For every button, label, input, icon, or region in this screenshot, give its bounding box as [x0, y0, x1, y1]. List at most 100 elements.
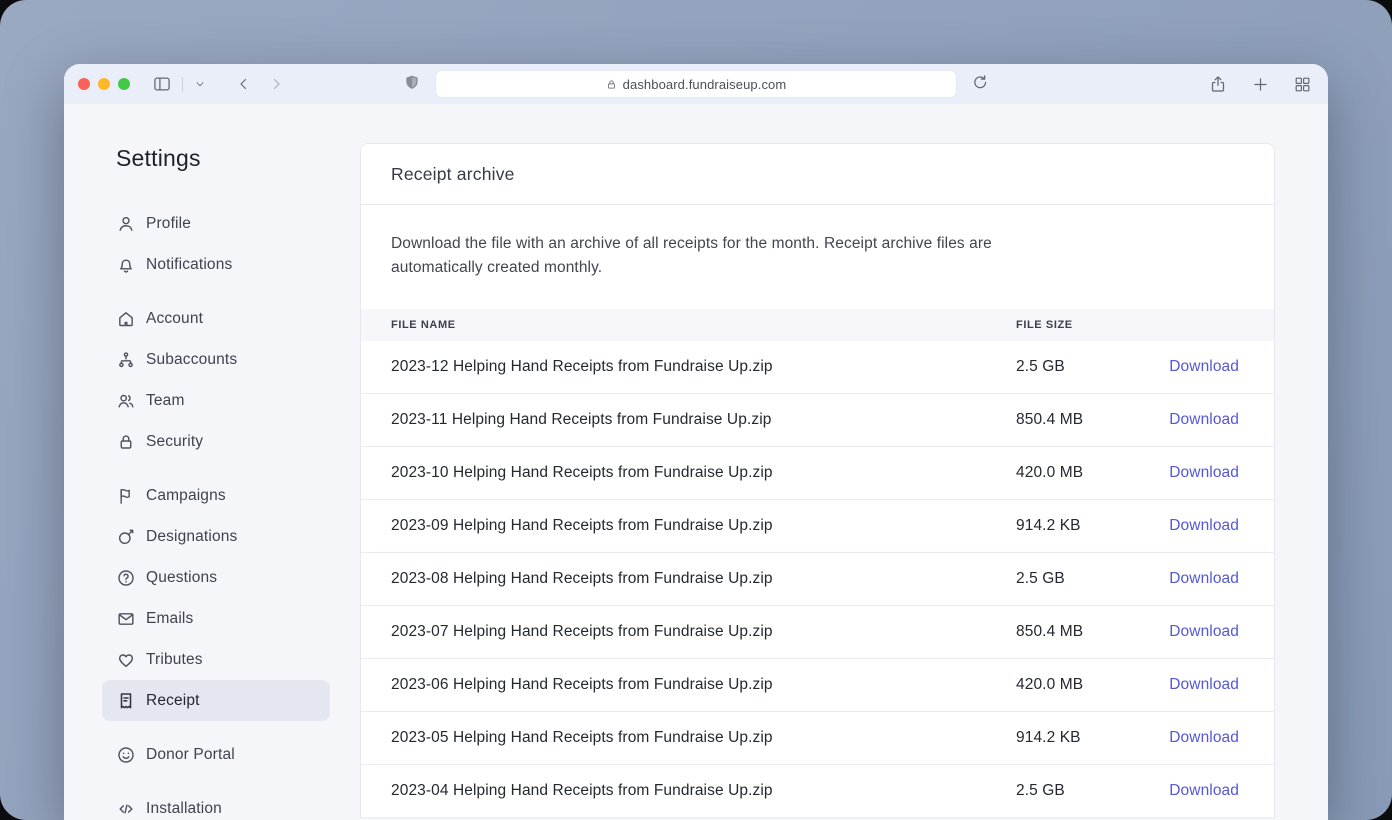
- table-body: 2023-12 Helping Hand Receipts from Fundr…: [361, 341, 1274, 818]
- receipt-archive-card: Receipt archive Download the file with a…: [360, 143, 1275, 818]
- table-row: 2023-07 Helping Hand Receipts from Fundr…: [361, 606, 1274, 659]
- receipt-icon: [116, 691, 136, 711]
- sidebar-item-donor-portal[interactable]: Donor Portal: [102, 734, 330, 775]
- sidebar-item-security[interactable]: Security: [102, 421, 330, 462]
- action-cell: Download: [1169, 358, 1239, 376]
- sidebar-item-team[interactable]: Team: [102, 380, 330, 421]
- sidebar-group: Installation: [116, 788, 360, 820]
- new-tab-icon[interactable]: [1251, 75, 1270, 94]
- close-window-button[interactable]: [78, 78, 90, 90]
- card-description: Download the file with an archive of all…: [391, 235, 992, 276]
- browser-toolbar: dashboard.fundraiseup.com: [64, 64, 1328, 104]
- zoom-window-button[interactable]: [118, 78, 130, 90]
- action-cell: Download: [1169, 411, 1239, 429]
- toolbar-divider: [182, 76, 183, 92]
- sidebar-item-designations[interactable]: Designations: [102, 516, 330, 557]
- lock-icon: [606, 79, 617, 90]
- campaigns-icon: [116, 486, 136, 506]
- sidebar-item-label: Profile: [146, 214, 191, 232]
- table-row: 2023-06 Helping Hand Receipts from Fundr…: [361, 659, 1274, 712]
- file-size-cell: 850.4 MB: [1016, 411, 1084, 428]
- installation-icon: [116, 799, 136, 819]
- notifications-icon: [116, 255, 136, 275]
- file-size-cell: 914.2 KB: [1016, 729, 1081, 746]
- action-cell: Download: [1169, 676, 1239, 694]
- url-text: dashboard.fundraiseup.com: [622, 76, 787, 92]
- chevron-down-icon[interactable]: [193, 77, 207, 91]
- table-row: 2023-12 Helping Hand Receipts from Fundr…: [361, 341, 1274, 394]
- table-row: 2023-11 Helping Hand Receipts from Fundr…: [361, 394, 1274, 447]
- sidebar-nav: Profile Notifications Account Subaccounts Te…: [102, 203, 360, 820]
- file-size-cell: 914.2 KB: [1016, 517, 1081, 534]
- column-header-file-name: FILE NAME: [391, 319, 456, 331]
- sidebar-item-emails[interactable]: Emails: [102, 598, 330, 639]
- security-icon: [116, 432, 136, 452]
- minimize-window-button[interactable]: [98, 78, 110, 90]
- sidebar-item-subaccounts[interactable]: Subaccounts: [102, 339, 330, 380]
- file-size-cell: 2.5 GB: [1016, 358, 1065, 375]
- back-button-icon[interactable]: [235, 75, 253, 93]
- settings-sidebar: Settings Profile Notifications Account Suba…: [64, 104, 360, 820]
- download-link[interactable]: Download: [1169, 411, 1239, 428]
- questions-icon: [116, 568, 136, 588]
- sidebar-item-label: Notifications: [146, 255, 233, 273]
- download-link[interactable]: Download: [1169, 676, 1239, 693]
- sidebar-item-tributes[interactable]: Tributes: [102, 639, 330, 680]
- profile-icon: [116, 214, 136, 234]
- download-link[interactable]: Download: [1169, 358, 1239, 375]
- sidebar-item-label: Installation: [146, 799, 222, 817]
- sidebar-item-label: Designations: [146, 527, 238, 545]
- download-link[interactable]: Download: [1169, 782, 1239, 799]
- window-controls: [78, 78, 130, 90]
- table-row: 2023-08 Helping Hand Receipts from Fundr…: [361, 553, 1274, 606]
- file-size-cell: 2.5 GB: [1016, 782, 1065, 799]
- sidebar-item-account[interactable]: Account: [102, 298, 330, 339]
- action-cell: Download: [1169, 517, 1239, 535]
- file-name-cell: 2023-09 Helping Hand Receipts from Fundr…: [391, 517, 773, 534]
- privacy-shield-icon[interactable]: [402, 73, 422, 93]
- address-bar[interactable]: dashboard.fundraiseup.com: [436, 71, 956, 97]
- donor-portal-icon: [116, 745, 136, 765]
- tab-overview-icon[interactable]: [1293, 75, 1312, 94]
- sidebar-group: Campaigns Designations Questions Emails Trib…: [102, 475, 360, 721]
- sidebar-item-label: Subaccounts: [146, 350, 238, 368]
- file-size-cell: 850.4 MB: [1016, 623, 1084, 640]
- sidebar-item-installation[interactable]: Installation: [102, 788, 330, 820]
- share-icon[interactable]: [1208, 74, 1228, 94]
- download-link[interactable]: Download: [1169, 517, 1239, 534]
- table-header-row: FILE NAME FILE SIZE: [361, 309, 1274, 341]
- account-icon: [116, 309, 136, 329]
- download-link[interactable]: Download: [1169, 570, 1239, 587]
- table-row: 2023-05 Helping Hand Receipts from Fundr…: [361, 712, 1274, 765]
- sidebar-item-notifications[interactable]: Notifications: [102, 244, 330, 285]
- file-name-cell: 2023-07 Helping Hand Receipts from Fundr…: [391, 623, 773, 640]
- file-name-cell: 2023-10 Helping Hand Receipts from Fundr…: [391, 464, 773, 481]
- download-link[interactable]: Download: [1169, 464, 1239, 481]
- card-title: Receipt archive: [391, 163, 515, 184]
- action-cell: Download: [1169, 623, 1239, 641]
- designations-icon: [116, 527, 136, 547]
- sidebar-item-receipt[interactable]: Receipt: [102, 680, 330, 721]
- file-size-cell: 420.0 MB: [1016, 676, 1084, 693]
- sidebar-group: Account Subaccounts Team Security: [116, 298, 360, 462]
- file-size-cell: 420.0 MB: [1016, 464, 1084, 481]
- desktop-background: dashboard.fundraiseup.com Settings Profi…: [0, 0, 1392, 820]
- download-link[interactable]: Download: [1169, 623, 1239, 640]
- download-link[interactable]: Download: [1169, 729, 1239, 746]
- page-title: Settings: [116, 145, 201, 171]
- table-row: 2023-10 Helping Hand Receipts from Fundr…: [361, 447, 1274, 500]
- sidebar-item-profile[interactable]: Profile: [102, 203, 330, 244]
- reload-icon[interactable]: [970, 73, 990, 93]
- sidebar-item-label: Donor Portal: [146, 745, 235, 763]
- file-name-cell: 2023-06 Helping Hand Receipts from Fundr…: [391, 676, 773, 693]
- sidebar-toggle-icon[interactable]: [152, 74, 172, 94]
- file-name-cell: 2023-08 Helping Hand Receipts from Fundr…: [391, 570, 773, 587]
- action-cell: Download: [1169, 729, 1239, 747]
- browser-window: dashboard.fundraiseup.com Settings Profi…: [64, 64, 1328, 820]
- sidebar-item-label: Tributes: [146, 650, 203, 668]
- sidebar-item-questions[interactable]: Questions: [102, 557, 330, 598]
- forward-button-icon[interactable]: [267, 75, 285, 93]
- table-row: 2023-09 Helping Hand Receipts from Fundr…: [361, 500, 1274, 553]
- sidebar-item-campaigns[interactable]: Campaigns: [102, 475, 330, 516]
- sidebar-item-label: Emails: [146, 609, 194, 627]
